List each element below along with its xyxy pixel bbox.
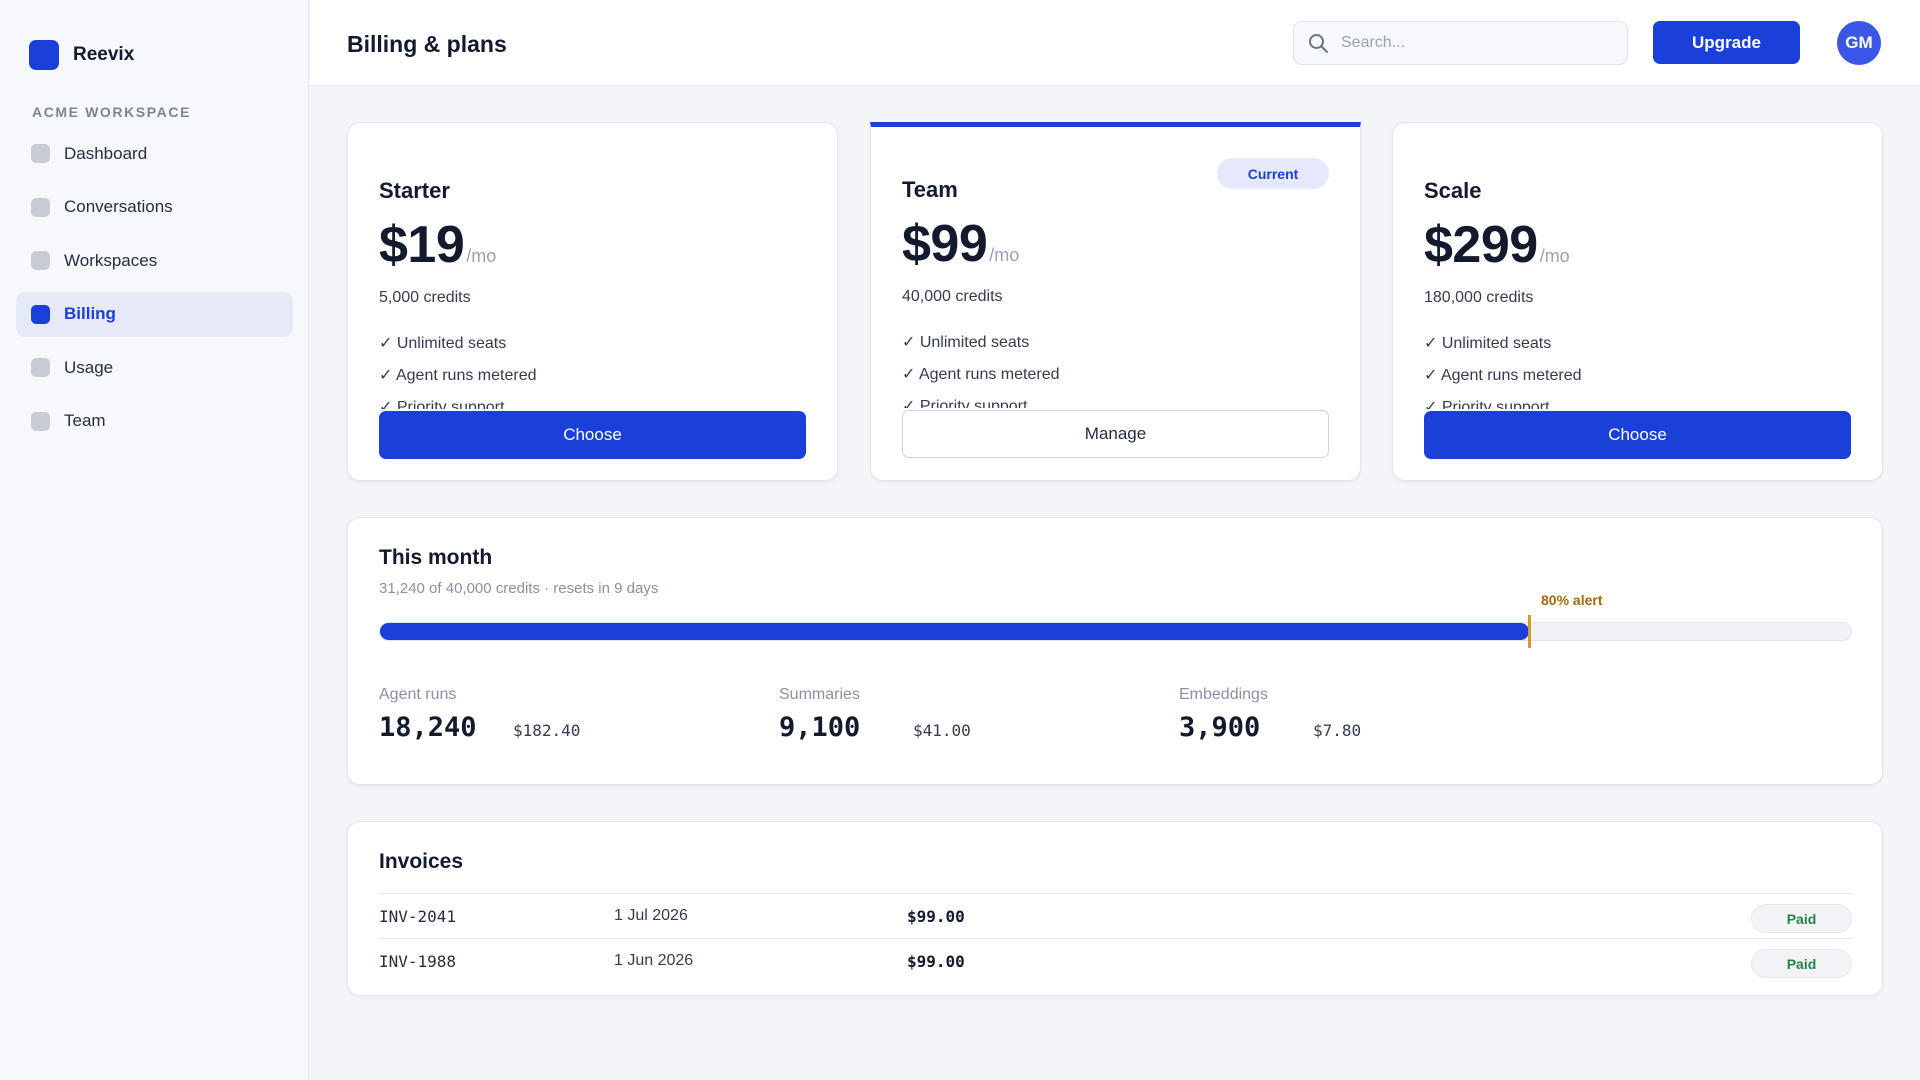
metric-cost: $7.80 xyxy=(1313,721,1362,740)
usage-subtitle: 31,240 of 40,000 credits · resets in 9 d… xyxy=(379,580,659,597)
workspace-label: ACME WORKSPACE xyxy=(32,104,192,120)
choose-starter-button[interactable]: Choose xyxy=(379,411,806,459)
invoices-table: INV-2041 1 Jul 2026 $99.00 Paid INV-1988… xyxy=(379,893,1852,983)
team-icon xyxy=(31,411,50,431)
alert-label: 80% alert xyxy=(1541,592,1603,608)
invoice-amount: $99.00 xyxy=(907,906,965,926)
plan-feature: ✓ Unlimited seats xyxy=(1424,335,1552,352)
sidebar-item-team[interactable]: Team xyxy=(16,399,293,444)
plan-feature: ✓ Unlimited seats xyxy=(379,335,507,352)
plan-features: ✓ Unlimited seats ✓ Agent runs metered ✓… xyxy=(902,332,1322,408)
invoices-title: Invoices xyxy=(379,850,464,873)
search-input[interactable] xyxy=(1341,34,1601,52)
sidebar-nav: Dashboard Conversations Workspaces Billi… xyxy=(16,131,293,452)
app-name: Reevix xyxy=(73,44,135,65)
conversations-icon xyxy=(31,197,50,217)
metric-cost: $41.00 xyxy=(913,721,971,740)
invoice-amount: $99.00 xyxy=(907,951,965,971)
sidebar-item-billing[interactable]: Billing xyxy=(16,291,293,337)
page-title: Billing & plans xyxy=(347,31,507,57)
upgrade-button[interactable]: Upgrade xyxy=(1653,21,1800,64)
metric-cost: $182.40 xyxy=(513,721,581,740)
metric-summaries: Summaries 9,100 $41.00 xyxy=(779,686,1159,743)
plan-card-scale: Scale $299 /mo 180,000 credits ✓ Unlimit… xyxy=(1392,122,1883,481)
plan-feature: ✓ Priority support xyxy=(379,399,505,409)
manage-team-button[interactable]: Manage xyxy=(902,410,1329,458)
sidebar-item-label: Conversations xyxy=(64,197,173,216)
status-badge: Paid xyxy=(1751,949,1852,978)
table-row[interactable]: INV-1988 1 Jun 2026 $99.00 Paid xyxy=(379,938,1852,983)
plan-feature: ✓ Agent runs metered xyxy=(1424,367,1582,384)
usage-icon xyxy=(31,358,50,377)
plan-credits: 5,000 credits xyxy=(379,289,471,306)
sidebar-item-label: Billing xyxy=(64,304,116,323)
plan-period: /mo xyxy=(1539,246,1570,266)
plan-feature: ✓ Unlimited seats xyxy=(902,334,1030,351)
plan-credits: 40,000 credits xyxy=(902,288,1003,305)
plan-feature: ✓ Agent runs metered xyxy=(902,366,1060,383)
plan-feature: ✓ Priority support xyxy=(902,398,1028,408)
usage-title: This month xyxy=(379,546,493,569)
plan-name: Team xyxy=(902,177,958,202)
app-logo-icon xyxy=(29,40,59,70)
alert-threshold-marker xyxy=(1527,615,1531,648)
workspaces-icon xyxy=(31,251,50,270)
search-box[interactable] xyxy=(1293,21,1628,65)
metric-label: Agent runs xyxy=(379,686,457,703)
sidebar-item-workspaces[interactable]: Workspaces xyxy=(16,238,293,283)
plan-name: Scale xyxy=(1424,178,1482,203)
status-badge: Paid xyxy=(1751,904,1852,933)
invoice-date: 1 Jul 2026 xyxy=(614,907,688,924)
metric-embeddings: Embeddings 3,900 $7.80 xyxy=(1179,686,1559,743)
plan-period: /mo xyxy=(466,246,497,266)
sidebar-item-dashboard[interactable]: Dashboard xyxy=(16,131,293,176)
plan-feature: ✓ Agent runs metered xyxy=(379,367,537,384)
usage-progress-bar xyxy=(379,615,1852,648)
top-bar: Billing & plans Upgrade GM xyxy=(310,0,1920,86)
plan-price: $99 xyxy=(902,215,988,273)
metric-label: Embeddings xyxy=(1179,686,1268,703)
sidebar: Reevix ACME WORKSPACE Dashboard Conversa… xyxy=(0,0,309,1080)
plan-feature: ✓ Priority support xyxy=(1424,399,1550,409)
plan-credits: 180,000 credits xyxy=(1424,289,1534,306)
invoice-date: 1 Jun 2026 xyxy=(614,952,694,969)
plan-period: /mo xyxy=(989,245,1020,265)
sidebar-item-label: Team xyxy=(64,411,106,430)
metric-agent-runs: Agent runs 18,240 $182.40 xyxy=(379,686,759,743)
dashboard-icon xyxy=(31,144,50,163)
metric-value: 18,240 xyxy=(379,712,477,743)
avatar[interactable]: GM xyxy=(1837,21,1881,65)
table-row[interactable]: INV-2041 1 Jul 2026 $99.00 Paid xyxy=(379,893,1852,938)
plan-features: ✓ Unlimited seats ✓ Agent runs metered ✓… xyxy=(379,333,799,409)
sidebar-item-label: Dashboard xyxy=(64,143,148,163)
invoices-card: Invoices INV-2041 1 Jul 2026 $99.00 Paid… xyxy=(347,821,1883,996)
plan-price: $299 xyxy=(1424,216,1538,274)
plan-price: $19 xyxy=(379,216,465,274)
billing-icon xyxy=(31,304,50,324)
metric-label: Summaries xyxy=(779,686,860,703)
plan-card-starter: Starter $19 /mo 5,000 credits ✓ Unlimite… xyxy=(347,122,838,481)
invoice-id: INV-2041 xyxy=(379,906,457,926)
sidebar-item-label: Workspaces xyxy=(64,250,158,270)
usage-card: This month 31,240 of 40,000 credits · re… xyxy=(347,517,1883,785)
sidebar-item-label: Usage xyxy=(64,357,114,377)
brand[interactable]: Reevix xyxy=(29,40,134,70)
metric-value: 9,100 xyxy=(779,712,861,743)
plan-features: ✓ Unlimited seats ✓ Agent runs metered ✓… xyxy=(1424,333,1844,409)
sidebar-item-conversations[interactable]: Conversations xyxy=(16,185,293,230)
plan-card-team: Current Team $99 /mo 40,000 credits ✓ Un… xyxy=(870,122,1361,481)
invoice-id: INV-1988 xyxy=(379,951,457,971)
sidebar-item-usage[interactable]: Usage xyxy=(16,345,293,390)
metric-value: 3,900 xyxy=(1179,712,1261,743)
plan-name: Starter xyxy=(379,178,450,203)
usage-progress-fill xyxy=(380,623,1529,640)
choose-scale-button[interactable]: Choose xyxy=(1424,411,1851,459)
search-icon xyxy=(1309,33,1328,53)
